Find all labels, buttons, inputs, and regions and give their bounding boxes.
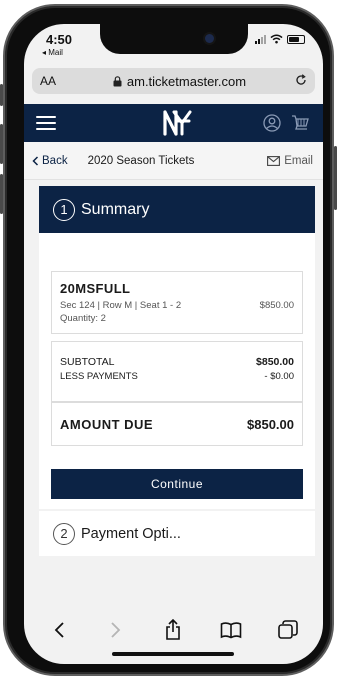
- amount-due-card: AMOUNT DUE $850.00: [51, 402, 303, 446]
- subtotal-label: SUBTOTAL: [60, 356, 115, 368]
- ticket-item-card: 20MSFULL Sec 124 | Row M | Seat 1 - 2 $8…: [51, 271, 303, 334]
- less-payments-value: - $0.00: [264, 371, 294, 382]
- signal-icon: [255, 34, 266, 44]
- less-payments-label: LESS PAYMENTS: [60, 371, 138, 382]
- notch: [100, 24, 248, 54]
- item-price: $850.00: [259, 300, 294, 311]
- status-indicators: [255, 34, 305, 44]
- account-icon[interactable]: [263, 114, 281, 132]
- item-quantity: Quantity: 2: [60, 313, 106, 324]
- email-label: Email: [284, 154, 313, 167]
- forward-arrow-icon[interactable]: [101, 616, 131, 644]
- cart-icon[interactable]: [291, 114, 309, 132]
- back-to-mail-link[interactable]: ◂ Mail: [42, 48, 63, 57]
- battery-icon: [287, 34, 305, 44]
- continue-button[interactable]: Continue: [51, 469, 303, 499]
- subtotal-value: $850.00: [256, 356, 294, 368]
- navbar-actions: [263, 114, 309, 132]
- url-bar[interactable]: AA am.ticketmaster.com: [32, 68, 315, 94]
- email-button[interactable]: Email: [267, 155, 313, 167]
- url-domain: am.ticketmaster.com: [126, 73, 247, 89]
- summary-panel: 20MSFULL Sec 124 | Row M | Seat 1 - 2 $8…: [39, 233, 315, 509]
- address-field[interactable]: am.ticketmaster.com: [68, 74, 291, 89]
- payment-options-title: Payment Opti...: [81, 525, 181, 542]
- back-label: Back: [42, 154, 68, 167]
- amount-due-value: $850.00: [247, 416, 294, 432]
- reload-icon[interactable]: [291, 73, 307, 89]
- sub-header: Back 2020 Season Tickets Email: [24, 142, 323, 180]
- back-link[interactable]: Back: [32, 155, 68, 167]
- payment-options-step[interactable]: 2 Payment Opti...: [39, 511, 315, 556]
- lock-icon: [113, 75, 122, 86]
- volume-up-button: [0, 124, 3, 164]
- seat-details: Sec 124 | Row M | Seat 1 - 2: [60, 300, 182, 311]
- safari-toolbar: [24, 611, 323, 649]
- ticket-code: 20MSFULL: [60, 281, 131, 296]
- page-title: 2020 Season Tickets: [87, 154, 195, 167]
- status-time: 4:50: [46, 32, 73, 47]
- step-number-badge: 1: [53, 198, 75, 221]
- summary-step-header[interactable]: 1 Summary: [39, 186, 315, 233]
- back-arrow-icon[interactable]: [44, 616, 74, 644]
- home-indicator[interactable]: [112, 652, 234, 656]
- front-camera: [205, 34, 214, 43]
- text-size-button[interactable]: AA: [40, 74, 68, 88]
- chevron-left-icon: [32, 155, 39, 166]
- share-icon[interactable]: [158, 616, 188, 644]
- screen: 4:50 ◂ Mail AA am.ticketmaster.com Back …: [24, 24, 323, 664]
- wifi-icon: [270, 34, 283, 44]
- amount-due-label: AMOUNT DUE: [60, 416, 154, 432]
- tabs-icon[interactable]: [273, 616, 303, 644]
- site-navbar: [24, 104, 323, 142]
- summary-title: Summary: [81, 200, 150, 218]
- yankees-logo[interactable]: [161, 109, 195, 137]
- hamburger-menu-icon[interactable]: [36, 116, 56, 130]
- volume-down-button: [0, 174, 3, 214]
- step-number-badge: 2: [53, 522, 75, 545]
- totals-card: SUBTOTAL $850.00 LESS PAYMENTS - $0.00: [51, 341, 303, 402]
- mute-switch: [0, 84, 3, 106]
- mail-icon: [267, 155, 281, 166]
- phone-frame: 4:50 ◂ Mail AA am.ticketmaster.com Back …: [0, 4, 337, 676]
- bookmarks-icon[interactable]: [216, 616, 246, 644]
